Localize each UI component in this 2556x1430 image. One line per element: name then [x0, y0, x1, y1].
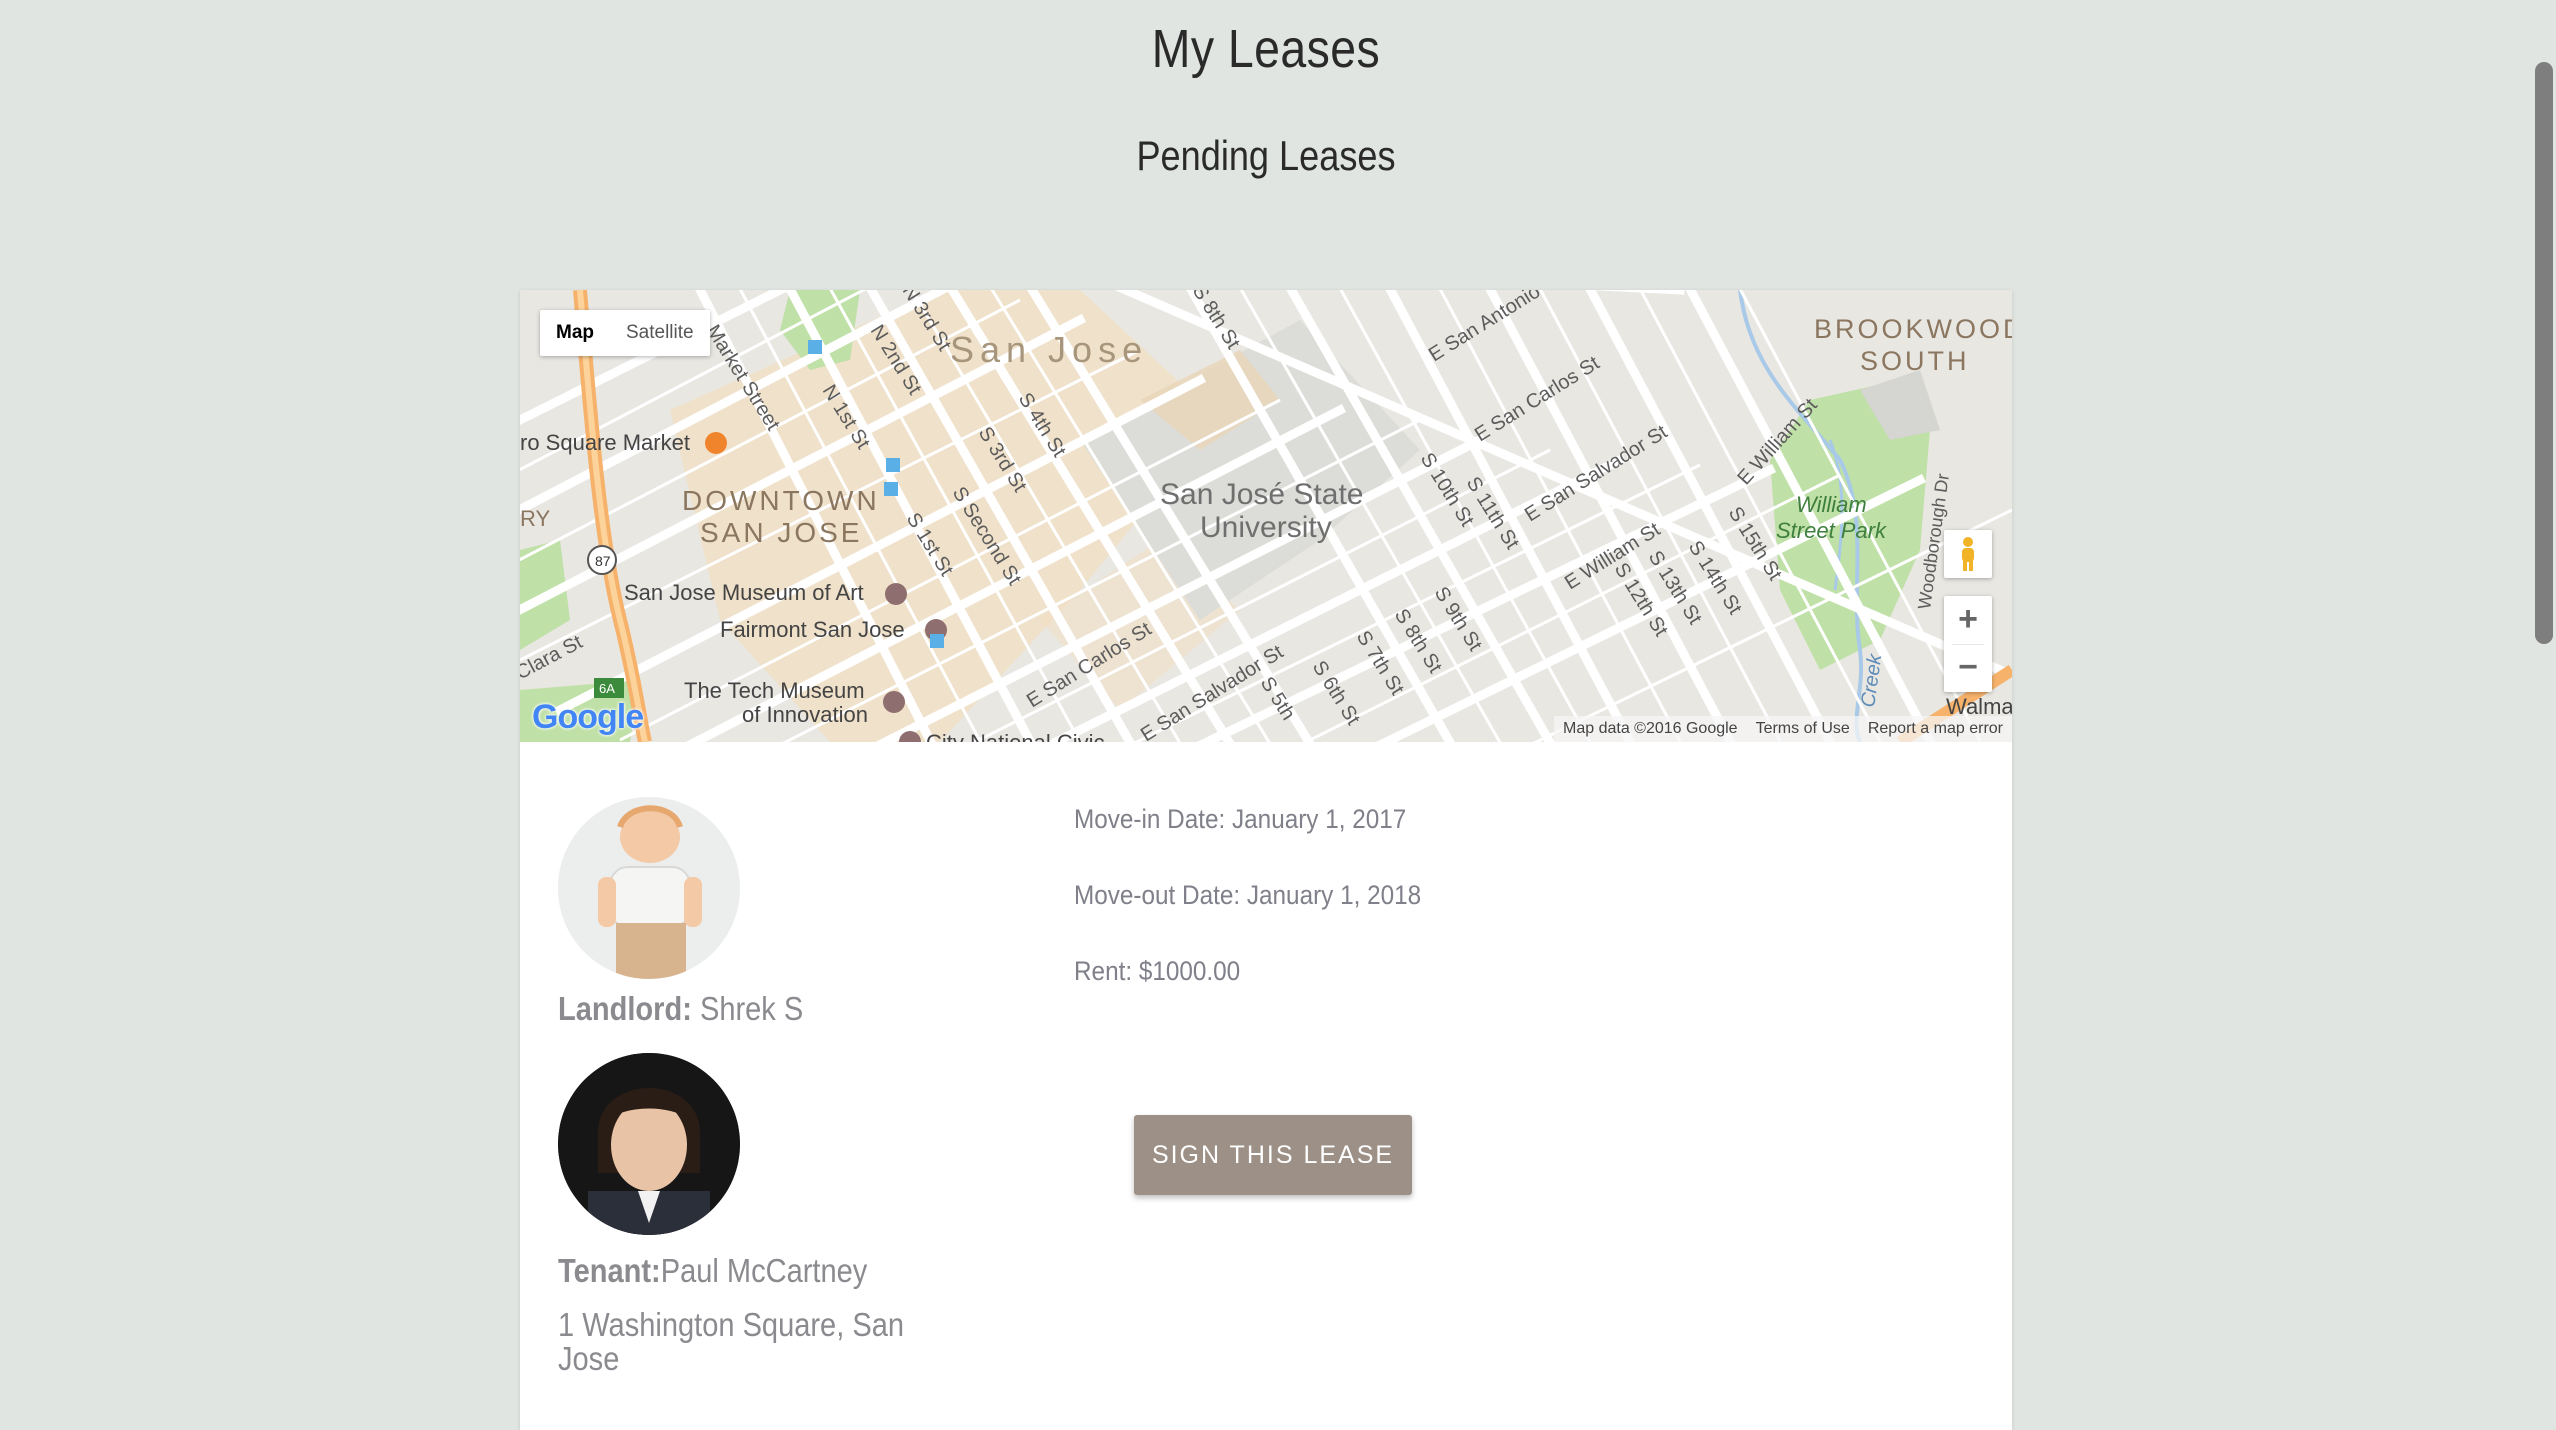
tenant-label: Tenant: — [558, 1252, 661, 1289]
tenant-line: Tenant:Paul McCartney — [558, 1252, 867, 1290]
report-map-error-link[interactable]: Report a map error — [1859, 720, 2012, 738]
lease-card: San Jose DOWNTOWN SAN JOSE San José Stat… — [520, 290, 2012, 1430]
scrollbar-thumb[interactable] — [2535, 62, 2553, 644]
scrollbar-track[interactable] — [2532, 0, 2556, 1406]
zoom-in-button[interactable]: + — [1944, 596, 1992, 644]
map-label-brookwood-2: SOUTH — [1860, 346, 1970, 376]
landlord-line: Landlord: Shrek S — [558, 990, 803, 1028]
landlord-label: Landlord: — [558, 990, 692, 1027]
property-address: 1 Washington Square, San Jose — [558, 1306, 905, 1377]
move-out-date: Move-out Date: January 1, 2018 — [1074, 880, 1422, 910]
tenant-avatar — [558, 1053, 740, 1235]
map-data-attribution: Map data ©2016 Google — [1563, 720, 1738, 737]
page-title: My Leases — [1151, 19, 1381, 79]
google-logo[interactable]: Google — [532, 698, 644, 737]
map-type-satellite-button[interactable]: Satellite — [610, 310, 710, 356]
street-view-pegman[interactable] — [1944, 530, 1992, 578]
zoom-control: + − — [1944, 596, 1992, 692]
map-label-downtown-2: SAN JOSE — [700, 517, 862, 548]
map-label-university-1: San José State — [1160, 478, 1363, 511]
map-label-park-1: William — [1796, 492, 1867, 517]
landlord-avatar — [558, 797, 740, 979]
zoom-out-button[interactable]: − — [1944, 644, 1992, 692]
map-tiles[interactable]: San Jose DOWNTOWN SAN JOSE San José Stat… — [520, 290, 2012, 742]
map-label-park-2: Street Park — [1776, 518, 1887, 543]
map-type-map-button[interactable]: Map — [540, 310, 610, 356]
map-label-tech-2: of Innovation — [742, 702, 868, 727]
google-logo-text: Google — [532, 698, 644, 736]
tenant-avatar-image — [558, 1053, 740, 1235]
map-label-city: San Jose — [950, 329, 1148, 370]
map-label-brookwood-1: BROOKWOOD — [1814, 314, 2012, 344]
map-label-fairmont: Fairmont San Jose — [720, 617, 905, 642]
map-label-tech-1: The Tech Museum — [684, 678, 865, 703]
map-label-museum-art: San Jose Museum of Art — [624, 580, 864, 605]
map-label-hwy87: 87 — [595, 553, 611, 569]
tenant-name: Paul McCartney — [660, 1252, 868, 1289]
map-label-university-2: University — [1200, 511, 1332, 544]
map-type-control: Map Satellite — [540, 310, 710, 356]
map-footer: Map data ©2016 Google Terms of Use Repor… — [1554, 716, 2012, 742]
move-in-date: Move-in Date: January 1, 2017 — [1074, 804, 1407, 834]
map-label-exit6a: 6A — [599, 681, 615, 696]
landlord-name: Shrek S — [691, 990, 804, 1027]
pegman-icon — [1962, 537, 1974, 571]
map-label-market: ro Square Market — [520, 430, 690, 455]
rent-amount: Rent: $1000.00 — [1074, 956, 1241, 986]
lease-map[interactable]: San Jose DOWNTOWN SAN JOSE San José Stat… — [520, 290, 2012, 742]
terms-of-use-link[interactable]: Terms of Use — [1747, 720, 1859, 738]
section-title: Pending Leases — [1136, 132, 1396, 179]
zoom-divider — [1952, 644, 1984, 645]
sign-lease-button[interactable]: SIGN THIS LEASE — [1134, 1115, 1412, 1195]
map-label-downtown-1: DOWNTOWN — [682, 485, 880, 516]
landlord-avatar-image — [558, 797, 740, 979]
map-label-ry: RY — [520, 506, 550, 531]
map-label-civic: City National Civic — [926, 730, 1105, 742]
